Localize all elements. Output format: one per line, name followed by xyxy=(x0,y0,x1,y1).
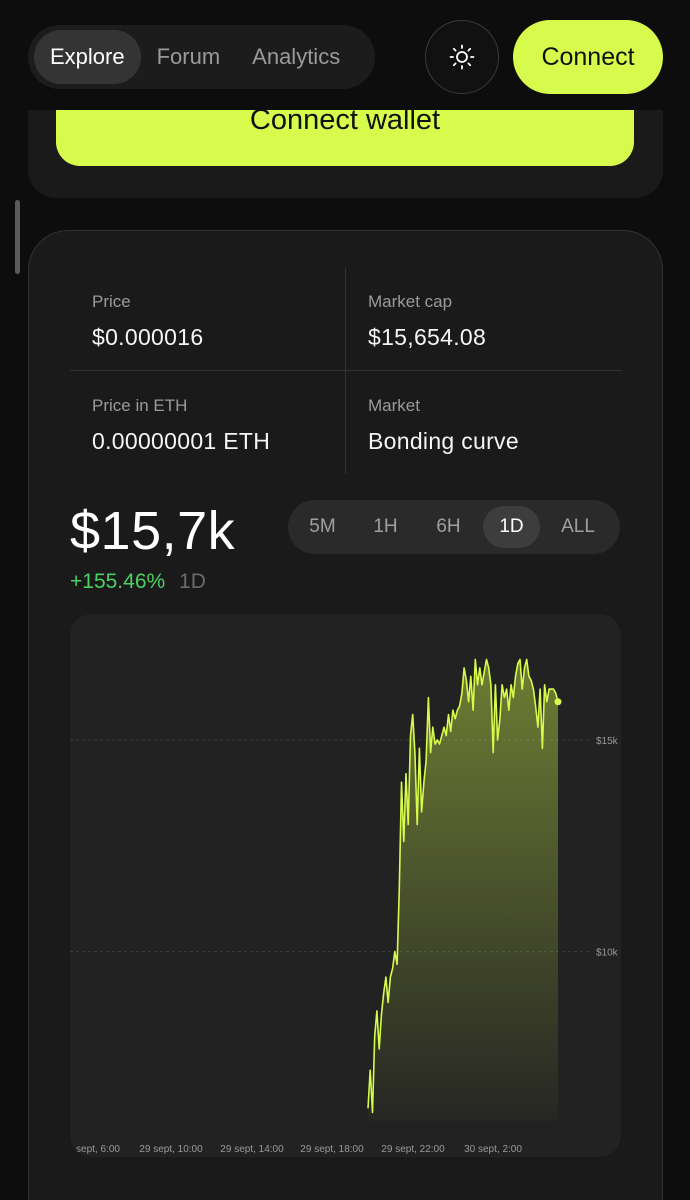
change-period: 1D xyxy=(179,570,206,593)
change-percent: +155.46% xyxy=(70,570,166,593)
chart-last-point xyxy=(554,698,562,706)
y-tick-label: $10k xyxy=(596,948,619,959)
tab-analytics[interactable]: Analytics xyxy=(236,30,356,84)
tab-explore[interactable]: Explore xyxy=(34,30,141,84)
x-tick-label: 29 sept, 18:00 xyxy=(300,1144,364,1155)
x-tick-label: 29 sept, 22:00 xyxy=(381,1144,445,1155)
nav-tabs: Explore Forum Analytics xyxy=(28,25,375,89)
stat-value: $15,654.08 xyxy=(368,324,487,350)
market-cap-summary: $15,7k xyxy=(70,501,236,561)
x-tick-label: 29 sept, 14:00 xyxy=(220,1144,284,1155)
stat-market-cap: Market cap $15,654.08 xyxy=(346,268,622,371)
y-tick-label: $15k xyxy=(596,736,619,747)
range-5m[interactable]: 5M xyxy=(294,506,351,548)
stat-price: Price $0.000016 xyxy=(70,268,346,371)
x-tick-label: 30 sept, 2:00 xyxy=(464,1144,522,1155)
stat-market: Market Bonding curve xyxy=(346,371,622,474)
range-1d[interactable]: 1D xyxy=(483,506,540,548)
stat-label: Market xyxy=(368,396,420,415)
theme-toggle-button[interactable] xyxy=(425,20,499,94)
stat-value: Bonding curve xyxy=(368,428,519,454)
stats-grid: Price $0.000016 Market cap $15,654.08 Pr… xyxy=(70,268,622,474)
chart-area xyxy=(368,659,558,1121)
time-range-selector: 5M 1H 6H 1D ALL xyxy=(288,500,620,554)
price-chart[interactable]: $15k $10k sept, 6:00 29 sept, 10:00 29 sept,… xyxy=(70,614,621,1157)
stat-label: Price in ETH xyxy=(92,396,188,415)
stat-value: $0.000016 xyxy=(92,324,204,350)
stat-label: Price xyxy=(92,292,131,311)
x-tick-label: sept, 6:00 xyxy=(76,1144,120,1155)
change-indicator: +155.46% 1D xyxy=(70,570,206,594)
chart-svg: $15k $10k sept, 6:00 29 sept, 10:00 29 sept,… xyxy=(70,658,619,1155)
stat-label: Market cap xyxy=(368,292,453,311)
stat-price-eth: Price in ETH 0.00000001 ETH xyxy=(70,371,346,474)
range-6h[interactable]: 6H xyxy=(420,506,477,548)
stat-value: 0.00000001 ETH xyxy=(92,428,271,454)
tab-forum[interactable]: Forum xyxy=(141,30,237,84)
x-tick-label: 29 sept, 10:00 xyxy=(139,1144,203,1155)
sun-icon xyxy=(449,44,475,70)
scrollbar[interactable] xyxy=(15,200,20,274)
connect-button[interactable]: Connect xyxy=(513,20,663,94)
range-1h[interactable]: 1H xyxy=(357,506,414,548)
top-nav: Explore Forum Analytics Connect xyxy=(0,0,690,110)
range-all[interactable]: ALL xyxy=(546,506,610,548)
